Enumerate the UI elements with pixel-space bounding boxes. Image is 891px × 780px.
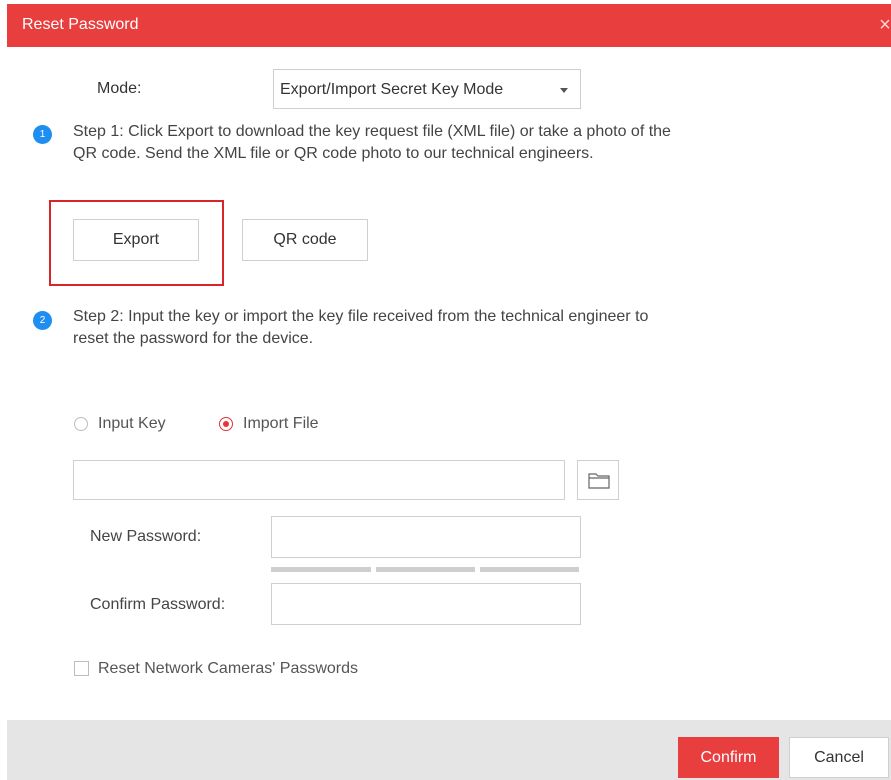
new-password-field[interactable] [271, 516, 581, 558]
step-2-badge: 2 [33, 311, 52, 330]
close-icon[interactable]: × [875, 15, 891, 35]
password-strength-bar-1 [271, 567, 371, 572]
browse-file-button[interactable] [577, 460, 619, 500]
caret-down-icon [560, 88, 568, 93]
password-strength-bar-2 [376, 567, 475, 572]
mode-label: Mode: [97, 80, 142, 97]
folder-icon [588, 473, 610, 489]
reset-password-dialog: Reset Password × Mode: Export/Import Sec… [0, 0, 891, 780]
reset-cameras-checkbox[interactable] [74, 661, 89, 676]
password-strength-bar-3 [480, 567, 579, 572]
mode-select[interactable]: Export/Import Secret Key Mode [273, 69, 581, 109]
title-bar: Reset Password × [7, 4, 891, 47]
new-password-label: New Password: [90, 528, 202, 545]
confirm-password-label: Confirm Password: [90, 596, 226, 613]
export-button[interactable]: Export [73, 219, 199, 261]
step-1-badge: 1 [33, 125, 52, 144]
mode-select-value: Export/Import Secret Key Mode [280, 81, 504, 98]
import-file-label: Import File [243, 415, 319, 432]
confirm-password-field[interactable] [271, 583, 581, 625]
dialog-title: Reset Password [22, 16, 139, 33]
import-file-option[interactable]: Import File [219, 414, 319, 434]
input-key-option[interactable]: Input Key [74, 414, 166, 434]
reset-cameras-label[interactable]: Reset Network Cameras' Passwords [98, 660, 358, 678]
step-1-text: Step 1: Click Export to download the key… [73, 123, 671, 162]
cancel-button[interactable]: Cancel [789, 737, 889, 778]
import-file-radio[interactable] [219, 417, 233, 431]
input-key-label: Input Key [98, 415, 166, 432]
file-path-input[interactable] [73, 460, 565, 500]
step-2-text: Step 2: Input the key or import the key … [73, 308, 649, 347]
qr-code-button[interactable]: QR code [242, 219, 368, 261]
confirm-button[interactable]: Confirm [678, 737, 779, 778]
input-key-radio[interactable] [74, 417, 88, 431]
